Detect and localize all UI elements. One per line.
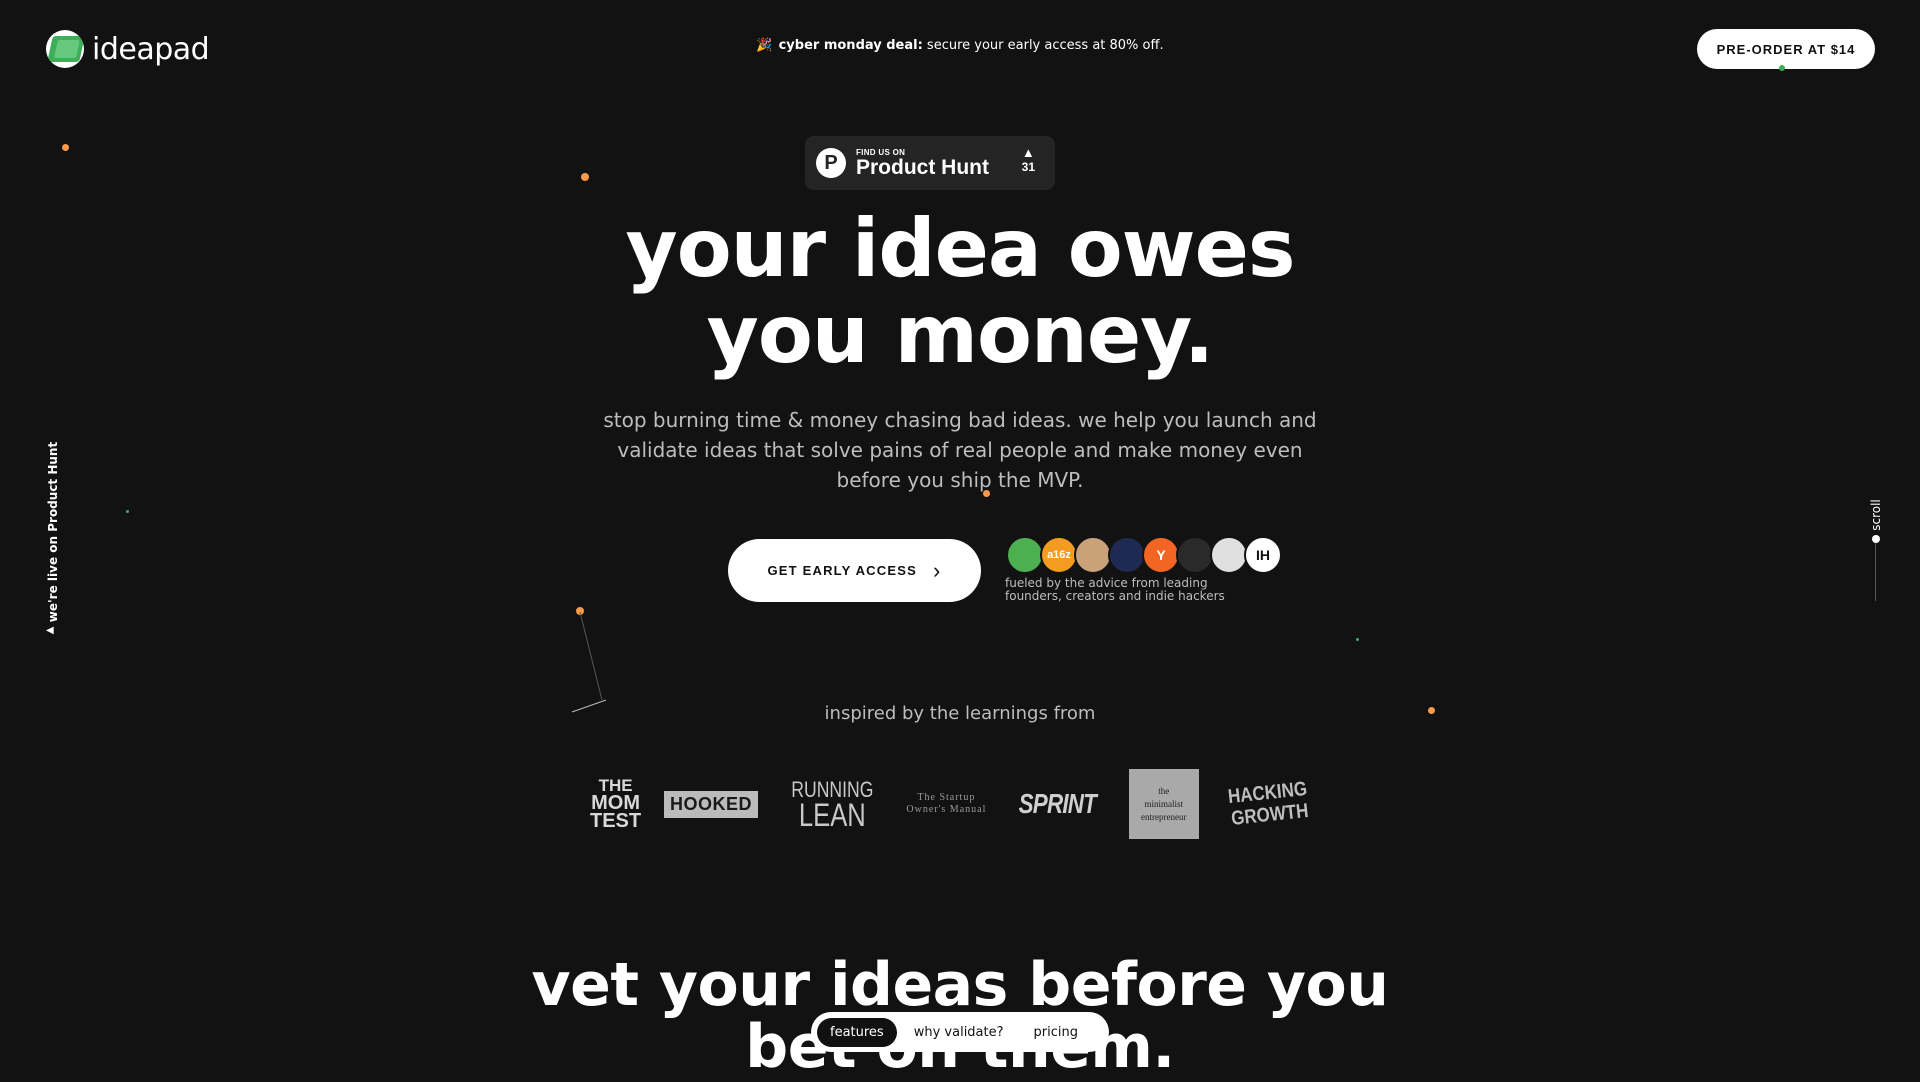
decorative-line [571, 612, 607, 713]
advisor-avatars: a16z Y IH [1006, 536, 1282, 574]
book-startup-owners-manual: The Startup Owner's Manual [906, 792, 987, 815]
live-on-product-hunt-label[interactable]: we're live on Product Hunt ◀ [42, 430, 60, 640]
advisor-avatar [1006, 536, 1044, 574]
product-hunt-icon: P [816, 148, 846, 178]
product-hunt-badge[interactable]: P FIND US ON Product Hunt ▲ 31 [805, 136, 1055, 190]
scroll-label: scroll [1869, 499, 1883, 531]
decorative-dot [983, 490, 990, 497]
book-sprint: SPRINT [1018, 788, 1097, 819]
triangle-icon: ◀ [46, 625, 54, 636]
fueled-line-2: founders, creators and indie hackers [1005, 589, 1225, 603]
chevron-right-icon: › [932, 557, 942, 583]
advisor-avatar [1074, 536, 1112, 574]
promo-text: secure your early access at 80% off. [922, 38, 1164, 53]
hero-line-2: you money. [706, 288, 1215, 381]
decorative-dot [62, 144, 69, 151]
promo-banner: 🎉 cyber monday deal: secure your early ac… [0, 38, 1920, 53]
book-hacking-growth: HACKING GROWTH [1226, 777, 1310, 830]
advisor-avatar: IH [1244, 536, 1282, 574]
scroll-line [1875, 543, 1876, 601]
book-the-mom-test: THE MOM TEST [590, 776, 642, 832]
advisor-avatar [1210, 536, 1248, 574]
nav-pricing[interactable]: pricing [1021, 1018, 1091, 1047]
party-popper-icon: 🎉 [756, 38, 773, 53]
cta-label: GET EARLY ACCESS [767, 563, 917, 578]
hero-subtitle: stop burning time & money chasing bad id… [603, 408, 1317, 492]
upvote-arrow-icon: ▲ [1021, 145, 1035, 160]
preorder-button[interactable]: PRE-ORDER AT $14 [1697, 29, 1875, 69]
scroll-indicator: scroll [1868, 490, 1884, 605]
side-left-text: we're live on Product Hunt [46, 441, 60, 623]
decorative-dot [1356, 638, 1359, 641]
advisor-avatar: Y [1142, 536, 1180, 574]
hero-line-1: your idea owes [625, 202, 1296, 295]
ph-title: Product Hunt [856, 155, 989, 179]
decorative-dot [126, 510, 129, 513]
section-heading-line-1: vet your ideas before you [531, 950, 1389, 1020]
book-running-lean: RUNNING LEAN [791, 777, 874, 833]
book-hooked: HOOKED [663, 790, 758, 818]
decorative-dot [1428, 707, 1435, 714]
advisor-avatar [1176, 536, 1214, 574]
nav-features[interactable]: features [817, 1017, 897, 1047]
decorative-dot [581, 173, 589, 181]
floating-nav: features why validate? pricing [811, 1012, 1109, 1052]
advisor-avatar: a16z [1040, 536, 1078, 574]
hero-title: your idea owes you money. [0, 206, 1920, 378]
upvote-count: 31 [1021, 160, 1035, 174]
promo-bold: cyber monday deal: [778, 38, 923, 53]
fueled-by-text: fueled by the advice from leading founde… [1005, 577, 1265, 603]
advisor-avatar [1108, 536, 1146, 574]
book-logos: THE MOM TEST HOOKED RUNNING LEAN The Sta… [590, 768, 1315, 840]
ph-upvote: ▲ 31 [1021, 145, 1035, 175]
book-minimalist-entrepreneur: the minimalist entrepreneur [1128, 769, 1199, 839]
inspired-label: inspired by the learnings from [824, 703, 1096, 724]
get-early-access-button[interactable]: GET EARLY ACCESS › [728, 539, 981, 602]
decorative-dot [1779, 65, 1785, 71]
scroll-dot-icon [1872, 535, 1880, 543]
nav-why-validate[interactable]: why validate? [901, 1018, 1017, 1047]
